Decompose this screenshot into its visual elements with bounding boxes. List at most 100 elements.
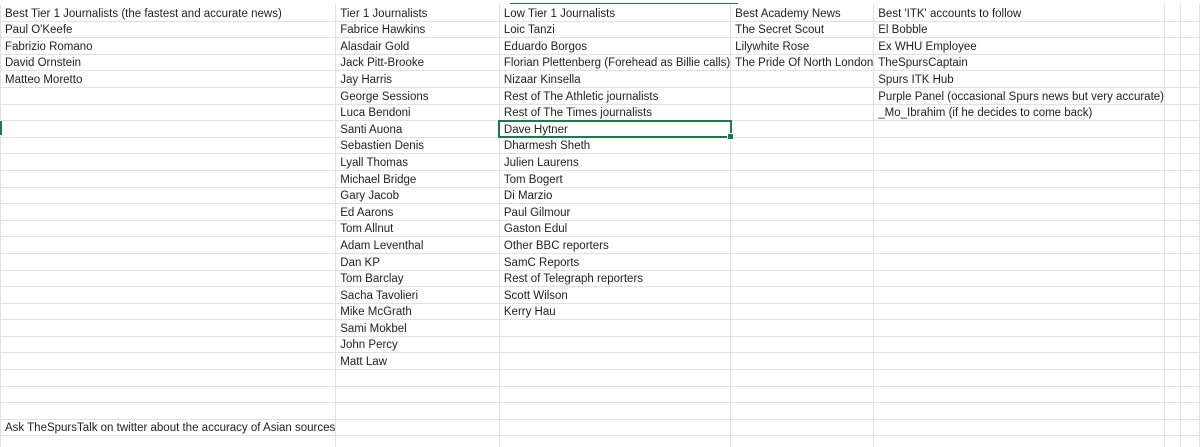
cell[interactable] (0, 203, 337, 221)
cell[interactable] (873, 269, 1165, 288)
cell[interactable]: Tom Allnut (335, 219, 500, 238)
cell[interactable] (1180, 335, 1200, 354)
cell[interactable] (730, 169, 875, 188)
cell[interactable] (0, 286, 337, 304)
cell[interactable] (873, 335, 1165, 354)
cell[interactable] (0, 169, 337, 188)
cell[interactable]: Alasdair Gold (335, 37, 500, 55)
cell[interactable] (0, 236, 337, 254)
cell[interactable] (873, 252, 1165, 271)
cell[interactable]: Adam Leventhal (335, 236, 500, 254)
cell[interactable] (730, 435, 875, 447)
cell[interactable] (0, 385, 337, 404)
cell[interactable] (335, 435, 500, 447)
cell[interactable] (1180, 385, 1200, 404)
cell[interactable]: _Mo_Ibrahim (if he decides to come back) (873, 103, 1165, 122)
cell[interactable]: SamC Reports (498, 252, 732, 271)
cell[interactable] (0, 302, 337, 321)
cell[interactable]: Dan KP (335, 252, 500, 271)
cell[interactable]: Tom Barclay (335, 269, 500, 288)
cell[interactable]: Sami Mokbel (335, 319, 500, 337)
cell[interactable] (1163, 186, 1182, 205)
cell[interactable] (0, 319, 337, 337)
cell[interactable] (730, 70, 875, 88)
cell[interactable]: Luca Bendoni (335, 103, 500, 122)
cell[interactable] (730, 402, 875, 420)
cell[interactable] (1180, 120, 1200, 138)
cell[interactable] (498, 369, 732, 387)
cell[interactable] (1180, 169, 1200, 188)
cell[interactable] (1163, 385, 1182, 404)
cell[interactable]: Michael Bridge (335, 169, 500, 188)
cell[interactable] (873, 219, 1165, 238)
cell[interactable]: Ed Aarons (335, 203, 500, 221)
cell[interactable] (730, 252, 875, 271)
cell[interactable]: Paul Gilmour (498, 203, 732, 221)
cell[interactable]: Fabrizio Romano (0, 37, 337, 55)
cell[interactable]: Sebastien Denis (335, 136, 500, 155)
cell[interactable] (0, 186, 337, 205)
cell[interactable]: Tier 1 Journalists (335, 4, 500, 22)
cell[interactable]: Mike McGrath (335, 302, 500, 321)
fill-handle[interactable] (726, 133, 734, 141)
cell[interactable]: Paul O'Keefe (0, 20, 337, 39)
cell[interactable] (1180, 153, 1200, 171)
cell[interactable]: Santi Auona (335, 120, 500, 138)
cell[interactable] (1163, 4, 1182, 22)
cell[interactable] (1180, 402, 1200, 420)
cell[interactable] (730, 319, 875, 337)
cell[interactable] (873, 286, 1165, 304)
cell[interactable] (498, 352, 732, 371)
cell[interactable] (873, 169, 1165, 188)
cell[interactable] (1163, 335, 1182, 354)
cell[interactable] (0, 219, 337, 238)
cell[interactable] (1180, 286, 1200, 304)
cell[interactable] (1180, 435, 1200, 447)
cell[interactable] (1163, 203, 1182, 221)
cell[interactable] (1180, 86, 1200, 105)
cell[interactable]: TheSpursCaptain (873, 53, 1165, 72)
cell[interactable] (1163, 418, 1182, 437)
cell[interactable]: Eduardo Borgos (498, 37, 732, 55)
cell[interactable]: Loic Tanzi (498, 20, 732, 39)
cell[interactable] (1163, 70, 1182, 88)
cell[interactable] (1180, 369, 1200, 387)
cell[interactable] (873, 302, 1165, 321)
cell[interactable] (1180, 302, 1200, 321)
cell[interactable] (1163, 120, 1182, 138)
cell[interactable]: Dharmesh Sheth (498, 136, 732, 155)
cell[interactable]: The Pride Of North London (730, 53, 875, 72)
cell[interactable] (1163, 219, 1182, 238)
cell[interactable]: Purple Panel (occasional Spurs news but … (873, 86, 1165, 105)
cell[interactable] (873, 120, 1165, 138)
cell[interactable] (873, 385, 1165, 404)
cell[interactable]: Florian Plettenberg (Forehead as Billie … (498, 53, 732, 72)
cell[interactable] (0, 136, 337, 155)
cell[interactable]: Matt Law (335, 352, 500, 371)
cell[interactable]: Scott Wilson (498, 286, 732, 304)
cell[interactable] (1180, 219, 1200, 238)
cell[interactable] (498, 335, 732, 354)
cell[interactable]: Low Tier 1 Journalists (498, 4, 732, 22)
cell[interactable]: David Ornstein (0, 53, 337, 72)
cell[interactable] (0, 103, 337, 122)
cell[interactable] (0, 352, 337, 371)
cell[interactable] (498, 435, 732, 447)
cell[interactable] (1180, 37, 1200, 55)
cell[interactable] (873, 369, 1165, 387)
cell[interactable] (1180, 352, 1200, 371)
cell[interactable] (873, 153, 1165, 171)
cell[interactable] (1163, 319, 1182, 337)
cell[interactable]: Lyall Thomas (335, 153, 500, 171)
cell[interactable] (730, 352, 875, 371)
cell[interactable] (1163, 37, 1182, 55)
cell[interactable] (1163, 153, 1182, 171)
cell[interactable] (873, 236, 1165, 254)
cell[interactable]: El Bobble (873, 20, 1165, 39)
cell[interactable]: Spurs ITK Hub (873, 70, 1165, 88)
cell[interactable] (0, 86, 337, 105)
cell[interactable] (873, 418, 1165, 437)
cell[interactable] (873, 186, 1165, 205)
cell[interactable]: Other BBC reporters (498, 236, 732, 254)
cell[interactable] (335, 369, 500, 387)
